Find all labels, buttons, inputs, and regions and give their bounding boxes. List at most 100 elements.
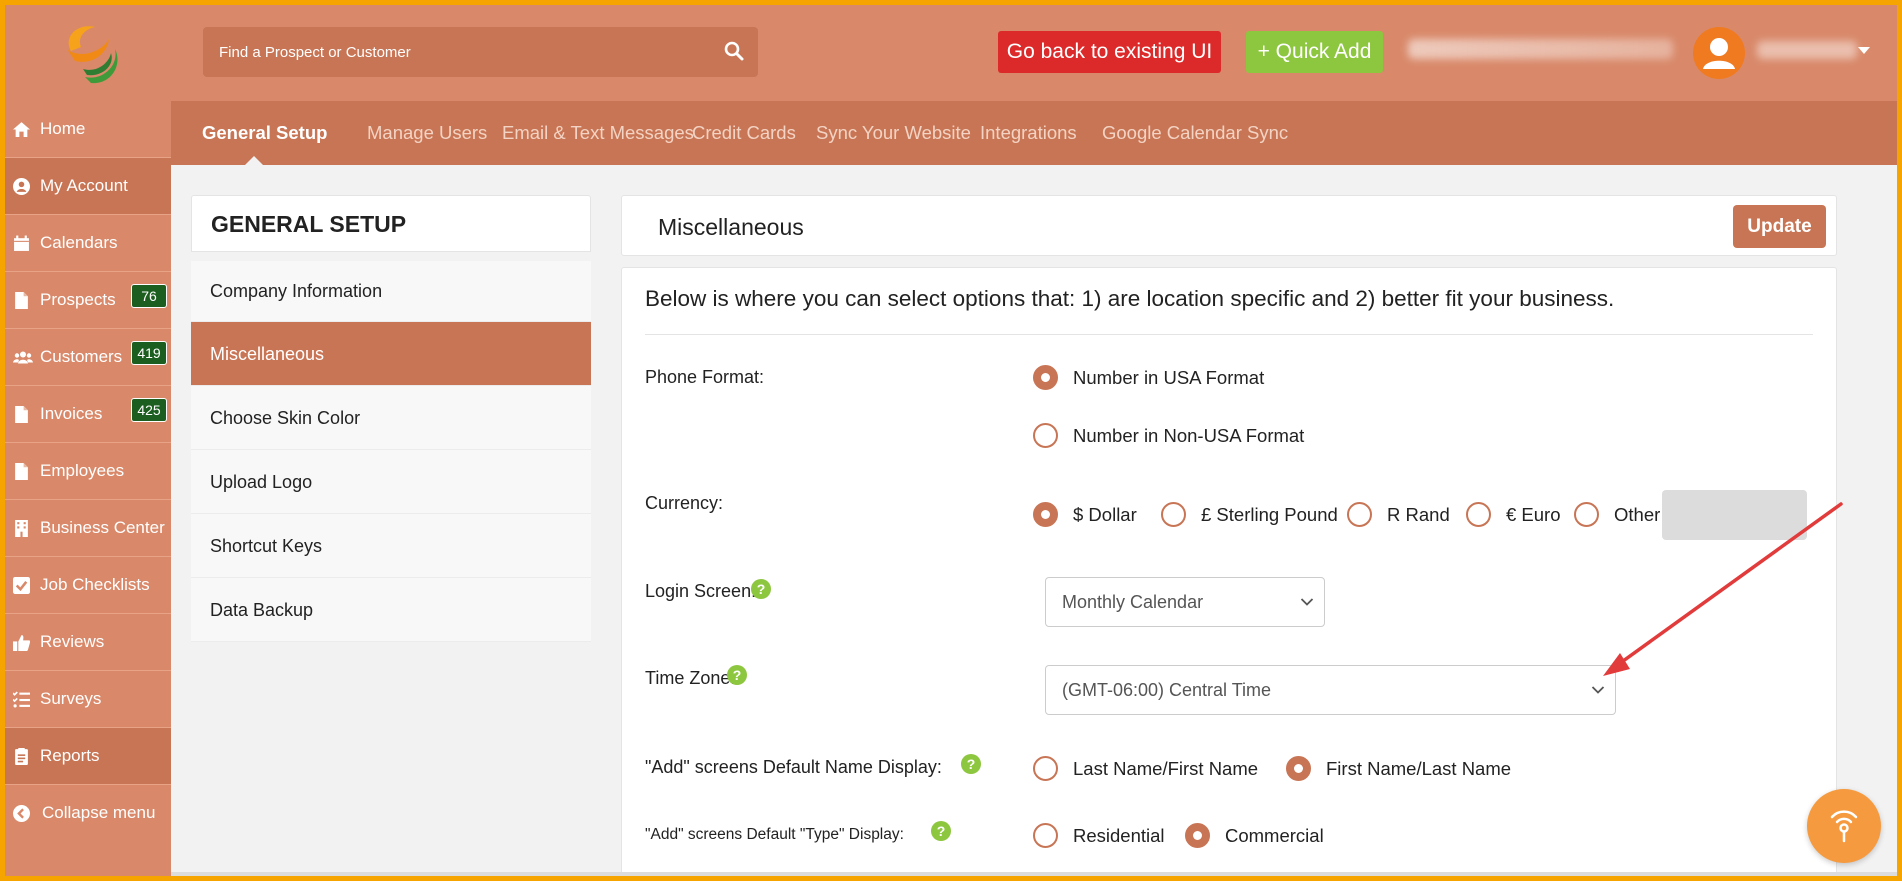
sidebar-item-calendars[interactable]: Calendars <box>5 215 171 272</box>
radio-commercial[interactable] <box>1185 823 1210 848</box>
sidebar-item-label: Home <box>40 119 86 138</box>
report-icon <box>15 748 28 765</box>
radio-currency-sterling[interactable] <box>1161 502 1186 527</box>
radio-last-first[interactable] <box>1033 756 1058 781</box>
login-screen-select[interactable]: Monthly Calendar <box>1045 577 1325 627</box>
list-icon <box>13 691 30 708</box>
help-icon[interactable]: ? <box>931 821 951 841</box>
file-icon <box>15 406 28 423</box>
radio-currency-euro[interactable] <box>1466 502 1491 527</box>
sidebar-item-my-account[interactable]: My Account <box>5 158 171 215</box>
go-back-existing-ui-button[interactable]: Go back to existing UI <box>998 31 1221 73</box>
search-icon[interactable] <box>722 39 746 63</box>
users-icon <box>13 351 33 364</box>
menu-item-upload-logo[interactable]: Upload Logo <box>191 450 591 514</box>
currency-label: Currency: <box>645 493 724 513</box>
radio-currency-rand[interactable] <box>1347 502 1372 527</box>
app-window: Find a Prospect or Customer Go back to e… <box>5 5 1897 876</box>
menu-item-company-information[interactable]: Company Information <box>191 261 591 322</box>
file-icon <box>15 292 28 309</box>
sidebar-item-business-center[interactable]: Business Center <box>5 500 171 557</box>
sidebar-item-customers[interactable]: Customers 419 <box>5 329 171 386</box>
chevron-left-icon <box>13 805 30 822</box>
caret-down-icon[interactable] <box>1858 47 1870 55</box>
sidebar-item-prospects[interactable]: Prospects 76 <box>5 272 171 329</box>
help-icon[interactable]: ? <box>751 579 771 599</box>
radio-first-last[interactable] <box>1286 756 1311 781</box>
prospects-count-badge: 76 <box>131 284 167 308</box>
update-button[interactable]: Update <box>1733 205 1826 248</box>
quick-add-button[interactable]: + Quick Add <box>1246 31 1383 73</box>
radio-currency-other[interactable] <box>1574 502 1599 527</box>
radio-label-phone-usa: Number in USA Format <box>1073 367 1265 388</box>
help-icon[interactable]: ? <box>961 754 981 774</box>
checkbox-icon <box>13 577 30 594</box>
general-setup-menu: GENERAL SETUP Company Information Miscel… <box>191 195 591 642</box>
sidebar-item-surveys[interactable]: Surveys <box>5 671 171 728</box>
sidebar-item-label: Calendars <box>40 233 118 252</box>
tab-sync-your-website[interactable]: Sync Your Website <box>816 101 971 165</box>
radio-label-first-last: First Name/Last Name <box>1326 758 1512 779</box>
user-circle-icon <box>13 178 30 195</box>
svg-text:?: ? <box>937 823 946 839</box>
file-icon <box>15 463 28 480</box>
sidebar-collapse-menu[interactable]: Collapse menu <box>5 785 171 842</box>
avatar[interactable] <box>1693 27 1745 79</box>
sidebar-item-label: Prospects <box>40 290 116 309</box>
menu-item-miscellaneous[interactable]: Miscellaneous <box>191 322 591 386</box>
tab-google-calendar-sync[interactable]: Google Calendar Sync <box>1102 101 1288 165</box>
user-icon <box>1703 38 1735 69</box>
sidebar-item-label: Business Center <box>40 518 165 537</box>
active-tab-indicator <box>245 156 263 165</box>
radio-label-sterling: £ Sterling Pound <box>1201 504 1338 525</box>
sidebar-item-job-checklists[interactable]: Job Checklists <box>5 557 171 614</box>
type-display-label: "Add" screens Default "Type" Display: <box>645 826 904 843</box>
menu-item-shortcut-keys[interactable]: Shortcut Keys <box>191 514 591 578</box>
help-icon[interactable]: ? <box>727 665 747 685</box>
time-zone-label: Time Zone: <box>645 668 736 688</box>
company-logo[interactable] <box>57 19 129 89</box>
radio-label-commercial: Commercial <box>1225 825 1324 846</box>
sidebar-item-label: Surveys <box>40 689 102 708</box>
search-bar[interactable]: Find a Prospect or Customer <box>203 27 758 77</box>
chevron-down-icon <box>1300 598 1314 606</box>
radio-label-phone-non-usa: Number in Non-USA Format <box>1073 425 1305 446</box>
other-currency-input[interactable] <box>1662 490 1807 540</box>
chevron-down-icon <box>1591 686 1605 694</box>
sidebar-item-label: Customers <box>40 347 123 366</box>
sidebar-item-label: Invoices <box>40 404 103 423</box>
home-icon <box>13 122 30 137</box>
radio-currency-dollar[interactable] <box>1033 502 1058 527</box>
sidebar-item-label: My Account <box>40 176 128 195</box>
tab-manage-users[interactable]: Manage Users <box>367 101 487 165</box>
time-zone-select[interactable]: (GMT-06:00) Central Time <box>1045 665 1616 715</box>
sidebar-item-invoices[interactable]: Invoices 425 <box>5 386 171 443</box>
svg-text:?: ? <box>967 756 976 772</box>
sidebar-item-reviews[interactable]: Reviews <box>5 614 171 671</box>
radio-label-last-first: Last Name/First Name <box>1073 758 1259 779</box>
sidebar-item-employees[interactable]: Employees <box>5 443 171 500</box>
radio-phone-usa[interactable] <box>1033 365 1058 390</box>
tab-integrations[interactable]: Integrations <box>980 101 1077 165</box>
search-input[interactable]: Find a Prospect or Customer <box>219 44 411 61</box>
tab-email-text-messages[interactable]: Email & Text Messages <box>502 101 694 165</box>
intro-text: Below is where you can select options th… <box>645 286 1615 311</box>
sidebar-item-label: Employees <box>40 461 125 480</box>
floating-help-button[interactable] <box>1807 789 1881 863</box>
radio-phone-non-usa[interactable] <box>1033 423 1058 448</box>
login-screen-label: Login Screen: <box>645 581 757 601</box>
tab-credit-cards[interactable]: Credit Cards <box>692 101 796 165</box>
sidebar-item-home[interactable]: Home <box>5 101 171 158</box>
tab-general-setup[interactable]: General Setup <box>202 101 327 165</box>
username-blurred[interactable] <box>1757 41 1857 59</box>
menu-item-data-backup[interactable]: Data Backup <box>191 578 591 642</box>
radio-residential[interactable] <box>1033 823 1058 848</box>
miscellaneous-header: Miscellaneous Update <box>621 195 1837 256</box>
phone-format-label: Phone Format: <box>645 367 765 387</box>
name-display-label: "Add" screens Default Name Display: <box>645 757 942 777</box>
sidebar-item-reports[interactable]: Reports <box>5 728 171 785</box>
top-bar: Find a Prospect or Customer Go back to e… <box>5 5 1897 101</box>
menu-item-choose-skin-color[interactable]: Choose Skin Color <box>191 386 591 450</box>
login-screen-value: Monthly Calendar <box>1062 592 1204 612</box>
sidebar: Home My Account Calendars Prospects 76 C… <box>5 101 171 876</box>
